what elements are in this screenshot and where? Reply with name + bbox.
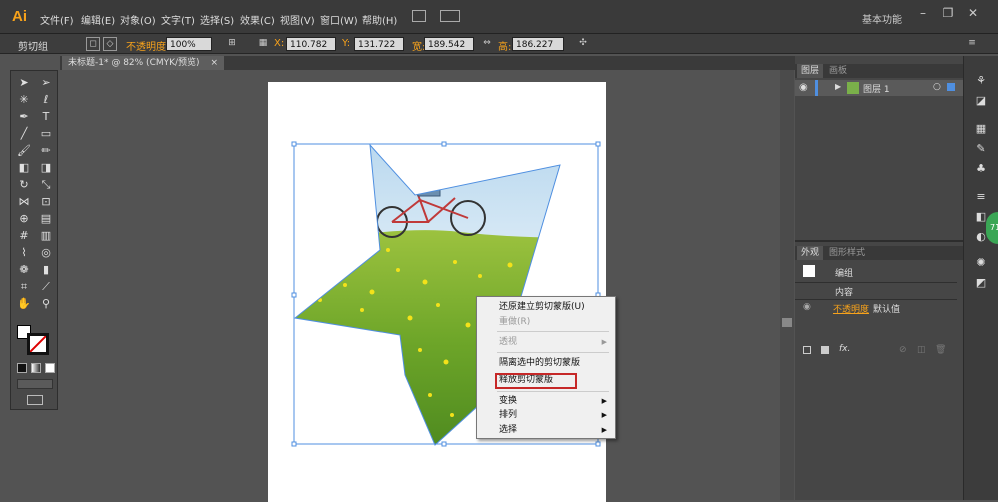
submenu-arrow-icon: ▶: [601, 338, 607, 346]
visibility-eye-icon[interactable]: ◉: [803, 302, 811, 312]
menu-separator: [497, 352, 609, 353]
menu-item-label: 还原建立剪切蒙版(U): [499, 302, 585, 312]
appearance-contents[interactable]: 内容: [835, 285, 853, 298]
layer-row[interactable]: ◉ ▶ 图层 1 ○: [795, 80, 963, 96]
stroke-icon[interactable]: ≡: [972, 190, 990, 204]
menu-arrange[interactable]: 排列 ▶: [477, 408, 615, 422]
menu-separator: [497, 331, 609, 332]
appearance-panel-tabs: 外观 图形样式: [795, 246, 963, 260]
right-panel-column: 图层 画板 ◉ ▶ 图层 1 ○ 外观 图形样式 编组 内容 ◉ 不透明度 默认…: [795, 56, 963, 500]
menu-item-label: 重做(R): [499, 317, 531, 327]
submenu-arrow-icon: ▶: [601, 397, 607, 405]
panel-icon-strip: ⚘ ◪ ▦ ✎ ♣ ≡ ◧ ◐ ✺ ◩: [963, 56, 998, 500]
floating-badge[interactable]: 71: [986, 212, 998, 244]
menu-item-label: 隔离选中的剪切蒙版: [499, 358, 581, 368]
menu-item-label: 选择: [499, 425, 518, 435]
add-fill-icon[interactable]: [821, 346, 829, 354]
appearance-icon[interactable]: ✺: [972, 256, 990, 270]
swatches-icon[interactable]: ▦: [972, 122, 990, 136]
menu-item-label: 透视: [499, 337, 518, 347]
color-panel-icon[interactable]: ◪: [972, 94, 990, 108]
submenu-arrow-icon: ▶: [601, 426, 607, 434]
graphic-styles-icon[interactable]: ◩: [972, 276, 990, 290]
appearance-opacity-link[interactable]: 不透明度: [833, 302, 869, 315]
menu-redo[interactable]: 重做(R): [477, 315, 615, 329]
tab-appearance[interactable]: 外观: [797, 246, 824, 260]
menu-undo-clipping-mask[interactable]: 还原建立剪切蒙版(U): [477, 300, 615, 314]
menu-item-label: 变换: [499, 396, 518, 406]
menu-separator: [497, 391, 609, 392]
menu-isolate-clipping-mask[interactable]: 隔离选中的剪切蒙版: [477, 356, 615, 370]
target-icon[interactable]: ○: [933, 82, 941, 92]
vertical-scrollbar[interactable]: [780, 70, 794, 500]
color-guide-icon[interactable]: ⚘: [972, 74, 990, 88]
add-effect-icon[interactable]: fx.: [839, 344, 850, 354]
row-divider: [795, 282, 957, 283]
menu-transform[interactable]: 变换 ▶: [477, 394, 615, 408]
layer-name[interactable]: 图层 1: [863, 82, 890, 95]
appearance-thumbnail: [803, 265, 815, 277]
tab-graphic-styles[interactable]: 图形样式: [825, 246, 869, 260]
tab-layers[interactable]: 图层: [797, 64, 824, 78]
layer-color-indicator: [815, 80, 818, 96]
expand-triangle-icon[interactable]: ▶: [835, 82, 841, 91]
submenu-arrow-icon: ▶: [601, 411, 607, 419]
scrollbar-thumb[interactable]: [782, 318, 792, 327]
layer-thumbnail: [847, 82, 859, 94]
menu-perspective[interactable]: 透视 ▶: [477, 335, 615, 349]
menu-select[interactable]: 选择 ▶: [477, 423, 615, 437]
highlight-annotation-box: [495, 373, 577, 389]
appearance-object-type: 编组: [835, 269, 854, 279]
menu-item-label: 排列: [499, 410, 518, 420]
selection-indicator: [947, 83, 955, 91]
row-divider: [795, 299, 957, 300]
clear-appearance-icon[interactable]: ⊘: [899, 345, 907, 355]
delete-item-icon[interactable]: 🗑: [935, 345, 946, 355]
visibility-eye-icon[interactable]: ◉: [799, 82, 808, 93]
symbols-icon[interactable]: ♣: [972, 162, 990, 176]
duplicate-item-icon[interactable]: ◫: [917, 345, 926, 355]
brushes-icon[interactable]: ✎: [972, 142, 990, 156]
panel-divider: [795, 240, 963, 242]
tab-artboards[interactable]: 画板: [825, 64, 851, 78]
appearance-opacity-value: 默认值: [873, 305, 901, 315]
context-menu: 还原建立剪切蒙版(U) 重做(R) 透视 ▶ 隔离选中的剪切蒙版 释放剪切蒙版 变…: [476, 296, 616, 439]
add-stroke-icon[interactable]: [803, 346, 811, 354]
layers-panel-tabs: 图层 画板: [795, 64, 963, 78]
